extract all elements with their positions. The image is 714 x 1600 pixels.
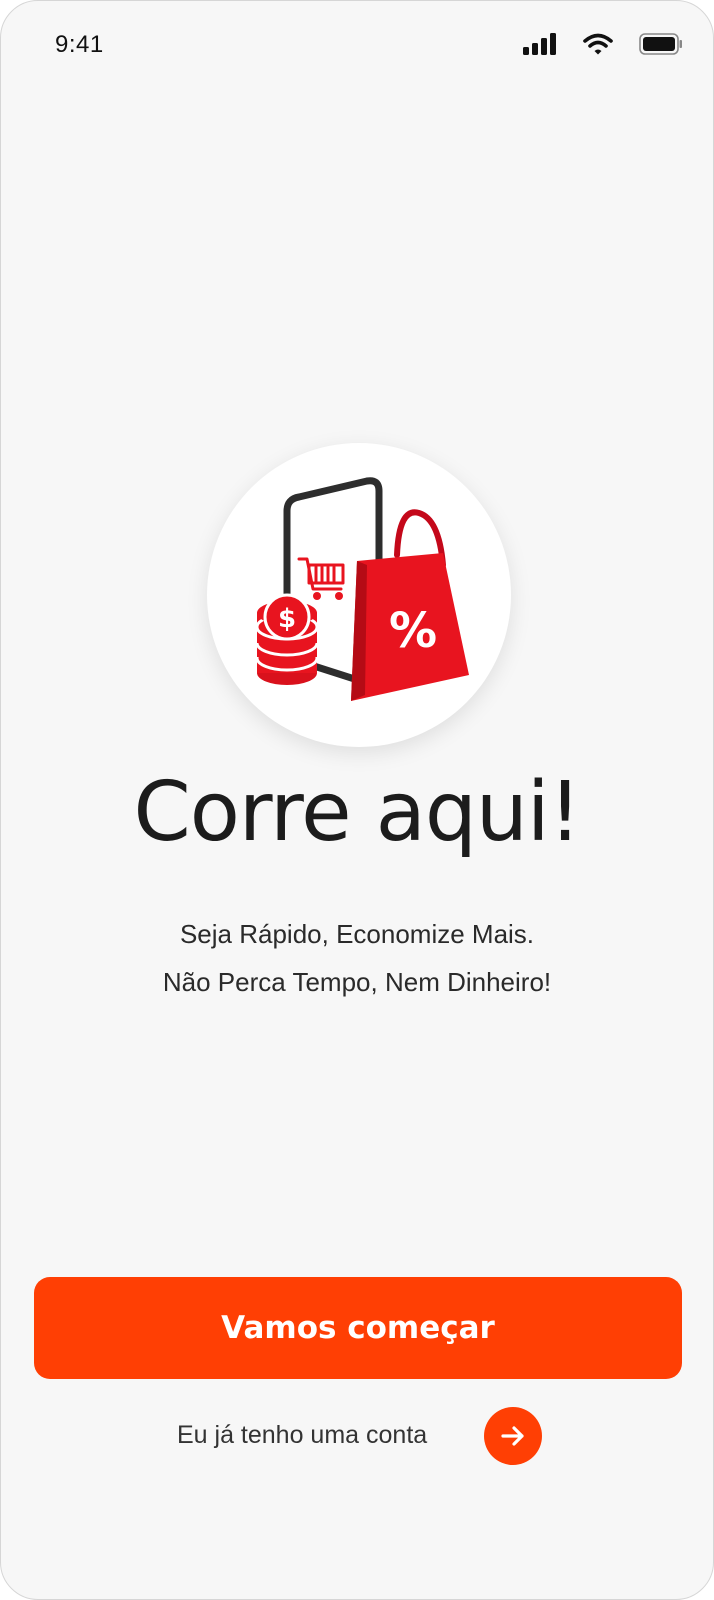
shopping-promo-icon: % $ [255,477,469,701]
cellular-signal-icon [523,33,557,55]
status-icons [523,31,683,57]
login-arrow-button[interactable] [484,1407,542,1465]
percent-badge: % [389,603,437,659]
coin-stack-icon: $ [255,593,319,685]
subtitle-line-2: Não Perca Tempo, Nem Dinheiro! [162,967,552,997]
dollar-sign: $ [278,604,296,634]
get-started-button[interactable]: Vamos começar [34,1277,682,1379]
login-link-text[interactable]: Eu já tenho uma conta [177,1421,427,1450]
page-title: Corre aqui! [133,765,581,860]
battery-icon [639,33,683,55]
status-time: 9:41 [55,31,104,58]
hero-illustration: % $ [207,443,511,747]
arrow-right-icon [501,1426,524,1446]
phone-screen: 9:41 % $ Corre aqui! Seja Rápido, Econom… [0,0,714,1600]
status-bar: 9:41 [1,1,713,93]
wifi-icon [583,33,613,55]
login-row[interactable]: Eu já tenho uma conta [1,1407,713,1465]
subtitle-line-1: Seja Rápido, Economize Mais. [179,919,535,949]
